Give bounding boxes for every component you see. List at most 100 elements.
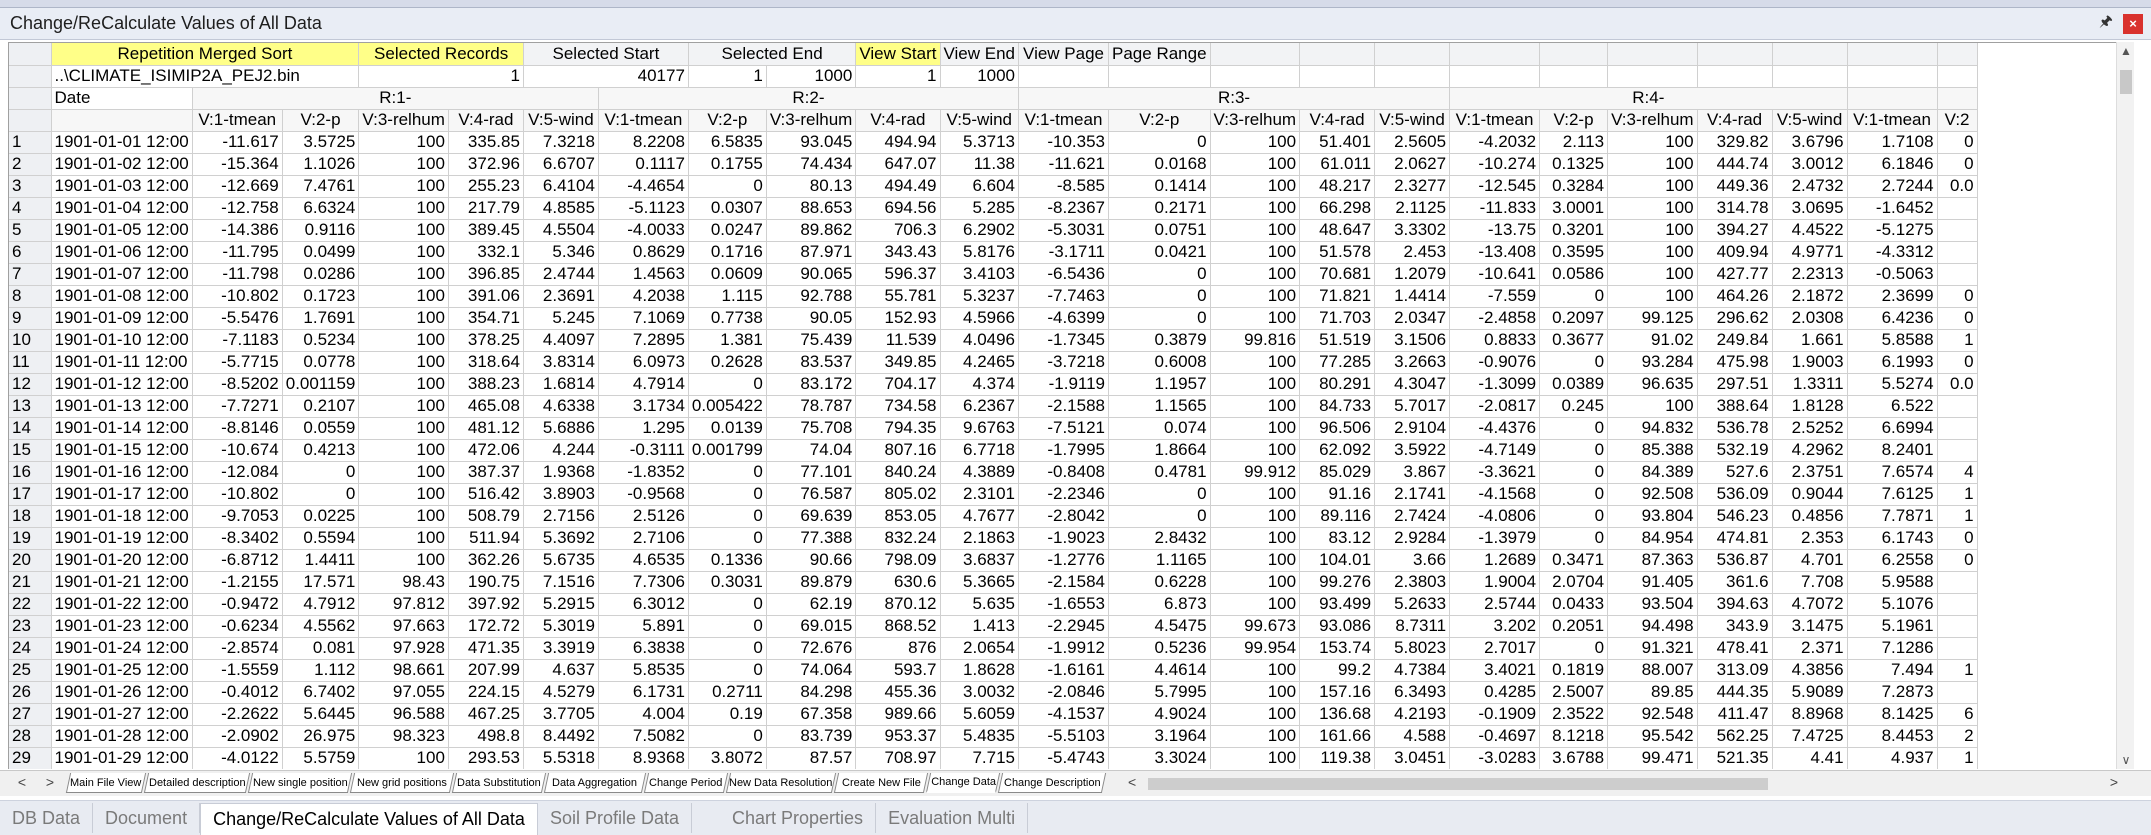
row-number[interactable]: 20 xyxy=(9,549,52,572)
data-cell[interactable]: 494.49 xyxy=(855,175,941,198)
data-cell[interactable]: 99.673 xyxy=(1210,615,1301,638)
data-cell[interactable]: 3.0001 xyxy=(1539,197,1609,220)
blank-cell[interactable] xyxy=(1937,65,1978,88)
data-cell[interactable]: 1.3311 xyxy=(1772,373,1848,396)
row-number[interactable]: 29 xyxy=(9,747,52,769)
pin-icon[interactable]: 🖈 xyxy=(2095,13,2117,35)
data-cell[interactable]: -2.2622 xyxy=(192,703,283,726)
date-cell[interactable]: 1901-01-03 12:00 xyxy=(51,175,193,198)
data-cell[interactable]: 2.1863 xyxy=(940,527,1020,550)
data-cell[interactable] xyxy=(1937,263,1978,286)
data-cell[interactable]: 100 xyxy=(1210,439,1301,462)
data-cell[interactable]: 100 xyxy=(1210,725,1301,748)
data-cell[interactable]: -0.4697 xyxy=(1449,725,1541,748)
data-cell[interactable]: 7.6125 xyxy=(1847,483,1938,506)
data-cell[interactable]: 388.23 xyxy=(448,373,524,396)
date-cell[interactable]: 1901-01-14 12:00 xyxy=(51,417,193,440)
data-cell[interactable]: 7.6574 xyxy=(1847,461,1938,484)
data-cell[interactable]: 313.09 xyxy=(1697,659,1773,682)
row-number[interactable]: 11 xyxy=(9,351,52,374)
data-cell[interactable]: 343.43 xyxy=(855,241,941,264)
data-cell[interactable]: 397.92 xyxy=(448,593,524,616)
data-cell[interactable]: 4.004 xyxy=(598,703,689,726)
data-cell[interactable]: 0 xyxy=(688,175,767,198)
document-tab-document[interactable]: Document xyxy=(93,803,201,833)
data-cell[interactable]: -4.3312 xyxy=(1847,241,1938,264)
data-cell[interactable]: 7.494 xyxy=(1847,659,1938,682)
data-cell[interactable]: -4.0806 xyxy=(1449,505,1541,528)
data-cell[interactable]: 100 xyxy=(1210,549,1301,572)
table-row[interactable]: 20 1901-01-20 12:00 -6.8712 1.4411 100 362.26… xyxy=(9,549,1978,572)
tab-scroll-left-icon[interactable]: < xyxy=(12,774,32,790)
data-cell[interactable]: 89.116 xyxy=(1299,505,1376,528)
data-cell[interactable]: 85.388 xyxy=(1607,439,1698,462)
variable-header[interactable]: V:5-wind xyxy=(523,109,599,132)
data-cell[interactable]: 0.2107 xyxy=(282,395,360,418)
data-cell[interactable]: 93.086 xyxy=(1299,615,1376,638)
data-cell[interactable]: 329.82 xyxy=(1697,131,1773,154)
variable-header[interactable]: V:3-relhum xyxy=(1210,109,1301,132)
data-cell[interactable]: 172.72 xyxy=(448,615,524,638)
data-cell[interactable]: 0.0433 xyxy=(1539,593,1609,616)
variable-header[interactable]: V:3-relhum xyxy=(766,109,857,132)
data-cell[interactable]: 0.0389 xyxy=(1539,373,1609,396)
row-number[interactable]: 15 xyxy=(9,439,52,462)
data-cell[interactable]: 494.94 xyxy=(855,131,941,154)
data-cell[interactable]: 0 xyxy=(688,593,767,616)
data-cell[interactable]: 0.9044 xyxy=(1772,483,1848,506)
data-cell[interactable]: 0.19 xyxy=(688,703,767,726)
data-cell[interactable]: 0.3677 xyxy=(1539,329,1609,352)
data-cell[interactable]: 6.873 xyxy=(1108,593,1211,616)
variable-header[interactable]: V:2-p xyxy=(1539,109,1609,132)
data-cell[interactable]: 1 xyxy=(1937,329,1978,352)
row-number[interactable]: 18 xyxy=(9,505,52,528)
data-cell[interactable]: 4.3856 xyxy=(1772,659,1848,682)
data-cell[interactable]: 4.3047 xyxy=(1374,373,1451,396)
data-cell[interactable]: -4.0033 xyxy=(598,219,689,242)
variable-header[interactable]: V:2 xyxy=(1937,109,1978,132)
data-cell[interactable]: 1.1565 xyxy=(1108,395,1211,418)
table-row[interactable]: 6 1901-01-06 12:00 -11.795 0.0499 100 332.1 5.… xyxy=(9,241,1978,264)
header-blank-cell[interactable] xyxy=(1210,43,1301,66)
data-cell[interactable]: 4.588 xyxy=(1374,725,1451,748)
data-cell[interactable]: 5.1076 xyxy=(1847,593,1938,616)
date-cell[interactable]: 1901-01-12 12:00 xyxy=(51,373,193,396)
row-number[interactable]: 7 xyxy=(9,263,52,286)
blank-cell[interactable] xyxy=(1847,65,1938,88)
data-cell[interactable]: 0.0247 xyxy=(688,219,767,242)
data-cell[interactable]: 0.3284 xyxy=(1539,175,1609,198)
data-cell[interactable]: 6.6994 xyxy=(1847,417,1938,440)
row-number[interactable]: 12 xyxy=(9,373,52,396)
data-cell[interactable]: -6.8712 xyxy=(192,549,283,572)
header-blank-cell[interactable] xyxy=(1697,43,1773,66)
variable-header[interactable]: V:4-rad xyxy=(448,109,524,132)
data-cell[interactable]: 6.2367 xyxy=(940,395,1020,418)
data-cell[interactable]: 100 xyxy=(358,373,449,396)
data-cell[interactable]: 296.62 xyxy=(1697,307,1773,330)
data-cell[interactable]: 11.38 xyxy=(940,153,1020,176)
data-cell[interactable]: 372.96 xyxy=(448,153,524,176)
date-cell[interactable]: 1901-01-22 12:00 xyxy=(51,593,193,616)
file-value-cell[interactable]: 1 xyxy=(358,65,524,88)
data-cell[interactable]: 100 xyxy=(358,527,449,550)
data-cell[interactable]: -3.1711 xyxy=(1018,241,1110,264)
data-cell[interactable]: 0.0307 xyxy=(688,197,767,220)
data-cell[interactable]: 1.295 xyxy=(598,417,689,440)
data-cell[interactable]: 83.537 xyxy=(766,351,857,374)
data-cell[interactable] xyxy=(1937,395,1978,418)
data-cell[interactable]: 93.504 xyxy=(1607,593,1698,616)
data-cell[interactable]: 0.005422 xyxy=(688,395,767,418)
table-row[interactable]: 7 1901-01-07 12:00 -11.798 0.0286 100 396.85 2… xyxy=(9,263,1978,286)
date-cell[interactable]: 1901-01-04 12:00 xyxy=(51,197,193,220)
data-cell[interactable]: 100 xyxy=(358,483,449,506)
data-cell[interactable]: 2.7424 xyxy=(1374,505,1451,528)
data-cell[interactable]: 0.1325 xyxy=(1539,153,1609,176)
data-cell[interactable] xyxy=(1937,637,1978,660)
date-cell[interactable]: 1901-01-21 12:00 xyxy=(51,571,193,594)
data-cell[interactable]: 93.499 xyxy=(1299,593,1376,616)
data-cell[interactable]: 953.37 xyxy=(855,725,941,748)
data-cell[interactable]: 1.115 xyxy=(688,285,767,308)
variable-header[interactable]: V:2-p xyxy=(688,109,767,132)
data-cell[interactable]: -3.3621 xyxy=(1449,461,1541,484)
data-cell[interactable]: 1.8664 xyxy=(1108,439,1211,462)
